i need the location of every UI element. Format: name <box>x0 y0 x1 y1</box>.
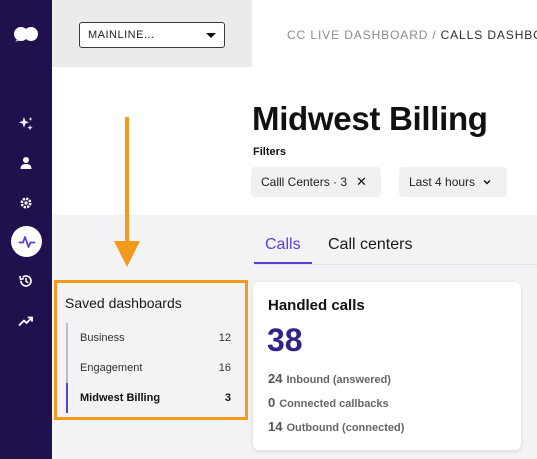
saved-dashboards-list: Business 12 Engagement 16 Midwest Billin… <box>66 323 231 413</box>
saved-dashboard-item-midwest-billing[interactable]: Midwest Billing 3 <box>66 383 231 413</box>
gear-icon[interactable] <box>14 191 38 215</box>
saved-dashboards-title: Saved dashboards <box>65 295 182 311</box>
breadcrumb-current: CALLS DASHBO <box>440 28 537 42</box>
activity-icon[interactable] <box>11 226 42 257</box>
trending-up-icon[interactable] <box>14 309 38 333</box>
logo-icon[interactable] <box>13 26 39 42</box>
breadcrumb-separator: / <box>432 28 437 42</box>
metric-number: 0 <box>268 395 276 410</box>
org-select-area: MAINLINE... <box>52 0 252 67</box>
handled-calls-value: 38 <box>267 322 303 358</box>
tab-calls[interactable]: Calls <box>265 236 301 254</box>
handled-calls-card[interactable]: Handled calls 38 24 Inbound (answered) 0C… <box>253 282 521 450</box>
saved-dashboards-panel: Saved dashboards Business 12 Engagement … <box>54 280 248 420</box>
filter-chip-label: Calll Centers · 3 <box>261 175 348 189</box>
metric-callbacks: 0 Connected callbacks <box>268 395 389 410</box>
saved-dashboard-item-engagement[interactable]: Engagement 16 <box>66 353 231 383</box>
saved-dashboard-label: Midwest Billing <box>80 392 161 404</box>
metric-number: 24 <box>268 371 283 386</box>
filters-label: Filters <box>253 146 287 158</box>
history-icon[interactable] <box>14 269 38 293</box>
sparkle-icon[interactable] <box>14 112 38 136</box>
annotation-arrow <box>114 117 140 267</box>
breadcrumb: CC LIVE DASHBOARD / CALLS DASHBO <box>287 28 537 42</box>
user-icon[interactable] <box>14 151 38 175</box>
metric-label: Outbound (connected) <box>286 422 405 434</box>
filter-chip-call-centers[interactable]: Calll Centers · 3 ✕ <box>251 167 381 197</box>
saved-dashboard-count: 3 <box>224 392 231 404</box>
close-icon[interactable]: ✕ <box>356 174 367 190</box>
saved-dashboard-count: 16 <box>218 362 231 374</box>
card-title: Handled calls <box>268 297 365 314</box>
saved-dashboard-label: Engagement <box>80 362 143 374</box>
metric-label: Connected callbacks <box>279 398 389 410</box>
org-select-value: MAINLINE... <box>88 29 155 41</box>
org-select[interactable]: MAINLINE... <box>79 22 225 48</box>
page-title: Midwest Billing <box>252 100 488 137</box>
saved-dashboard-item-business[interactable]: Business 12 <box>66 323 231 353</box>
tab-call-centers[interactable]: Call centers <box>328 236 412 254</box>
chevron-down-icon <box>483 180 491 185</box>
caret-down-icon <box>206 33 216 38</box>
filter-chip-label: Last 4 hours <box>409 175 476 189</box>
breadcrumb-parent[interactable]: CC LIVE DASHBOARD <box>287 28 428 42</box>
active-tab-indicator <box>254 262 312 264</box>
saved-dashboard-label: Business <box>80 332 125 344</box>
tabs-divider <box>254 264 537 265</box>
metric-outbound: 14 Outbound (connected) <box>268 419 404 434</box>
saved-dashboard-count: 12 <box>218 332 231 344</box>
top-bar: MAINLINE... CC LIVE DASHBOARD / CALLS DASH… <box>52 0 537 67</box>
nav-rail <box>0 0 52 459</box>
metric-number: 14 <box>268 419 283 434</box>
metric-label: Inbound (answered) <box>286 374 391 386</box>
filter-chip-time-range[interactable]: Last 4 hours <box>399 167 507 197</box>
metric-inbound: 24 Inbound (answered) <box>268 371 391 386</box>
